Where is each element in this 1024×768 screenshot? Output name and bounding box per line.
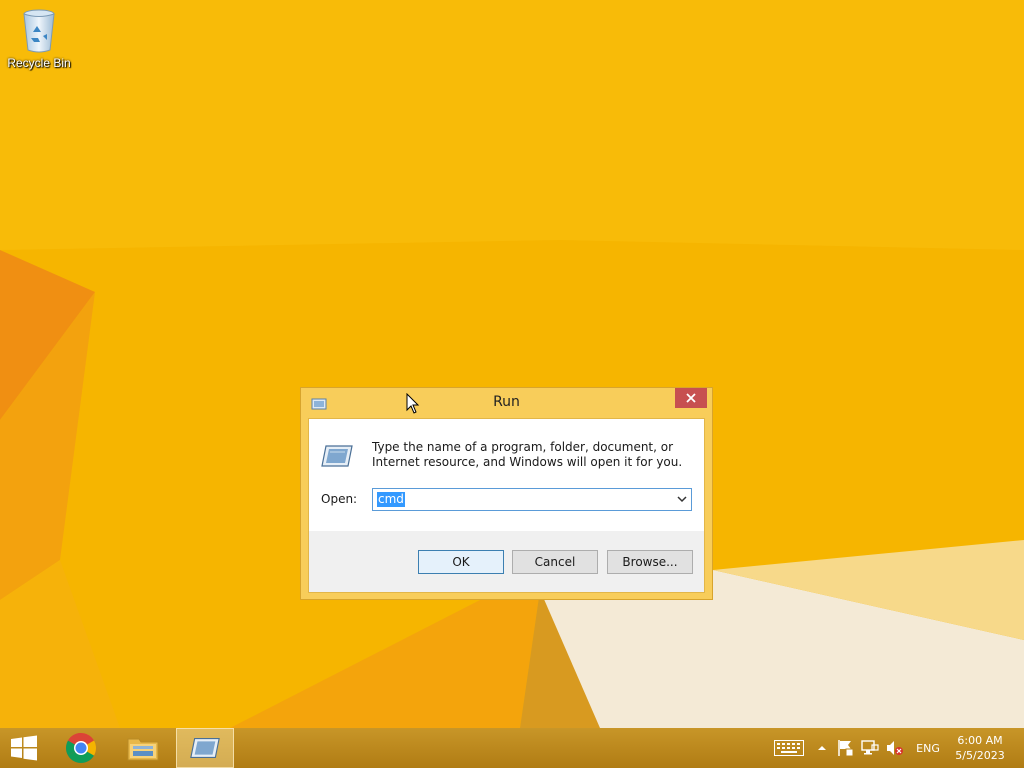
show-hidden-icons-button[interactable] [814, 728, 830, 768]
clock-date: 5/5/2023 [955, 749, 1005, 762]
taskbar: ENG 6:00 AM 5/5/2023 [0, 728, 1024, 768]
desktop-icon-label: Recycle Bin [7, 56, 71, 70]
mouse-cursor-icon [406, 393, 420, 414]
run-program-icon [320, 444, 354, 472]
taskbar-chrome[interactable] [52, 728, 110, 768]
touch-keyboard-button[interactable] [772, 728, 806, 768]
recycle-bin-icon [19, 6, 59, 54]
keyboard-icon [774, 740, 804, 756]
ok-button[interactable]: OK [418, 550, 504, 574]
desktop: Recycle Bin Run Type the name of a progr… [0, 0, 1024, 728]
folder-icon [127, 738, 159, 761]
desktop-icon-recycle-bin[interactable]: Recycle Bin [4, 6, 74, 70]
browse-button[interactable]: Browse... [607, 550, 693, 574]
dialog-title: Run [493, 394, 520, 410]
taskbar-run[interactable] [176, 728, 234, 768]
clock-time: 6:00 AM [957, 734, 1003, 747]
clock[interactable]: 6:00 AM 5/5/2023 [950, 728, 1010, 768]
open-combobox[interactable]: cmd [372, 488, 692, 511]
button-bar: OK Cancel Browse... [309, 531, 704, 592]
close-button[interactable] [675, 388, 707, 408]
chrome-icon [65, 732, 97, 764]
run-icon [190, 738, 220, 758]
network-tray[interactable] [858, 728, 882, 768]
close-icon [686, 393, 696, 403]
chevron-up-icon [818, 746, 826, 750]
dialog-description: Type the name of a program, folder, docu… [372, 440, 683, 469]
windows-logo-icon [11, 735, 37, 761]
open-input-value[interactable]: cmd [377, 492, 405, 507]
dialog-body: Type the name of a program, folder, docu… [308, 418, 705, 593]
start-button[interactable] [0, 728, 48, 768]
action-center-tray[interactable] [834, 728, 856, 768]
flag-icon [838, 740, 854, 757]
volume-tray[interactable] [884, 728, 906, 768]
volume-muted-icon [887, 741, 903, 755]
chevron-down-icon[interactable] [677, 496, 687, 503]
title-bar[interactable]: Run [301, 388, 712, 418]
open-label: Open: [321, 492, 358, 506]
network-icon [861, 740, 879, 755]
language-label: ENG [916, 741, 940, 755]
taskbar-file-explorer[interactable] [114, 728, 172, 768]
cancel-button[interactable]: Cancel [512, 550, 598, 574]
wallpaper [0, 0, 1024, 728]
run-dialog: Run Type the name of a program, folder, … [300, 387, 713, 600]
language-indicator[interactable]: ENG [908, 728, 948, 768]
